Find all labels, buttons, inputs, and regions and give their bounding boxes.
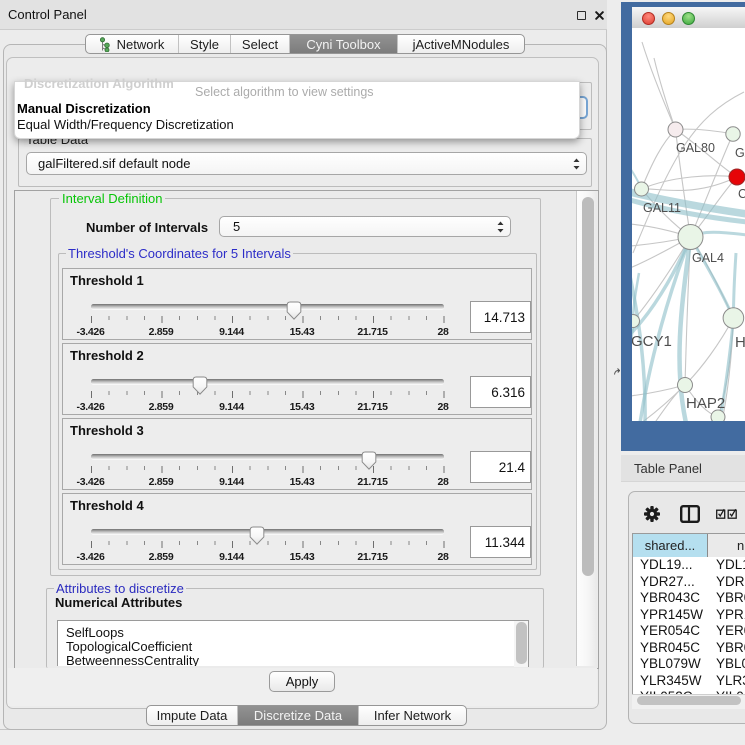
svg-text:HAP2: HAP2 [686, 395, 725, 412]
svg-text:GAL11: GAL11 [643, 201, 681, 215]
svg-text:GAL80: GAL80 [676, 141, 715, 155]
svg-text:GAL4: GAL4 [692, 251, 724, 265]
svg-text:C: C [738, 187, 745, 201]
svg-text:GCY1: GCY1 [632, 333, 672, 350]
svg-text:H: H [735, 334, 745, 351]
svg-text:GAL: GAL [735, 146, 745, 160]
